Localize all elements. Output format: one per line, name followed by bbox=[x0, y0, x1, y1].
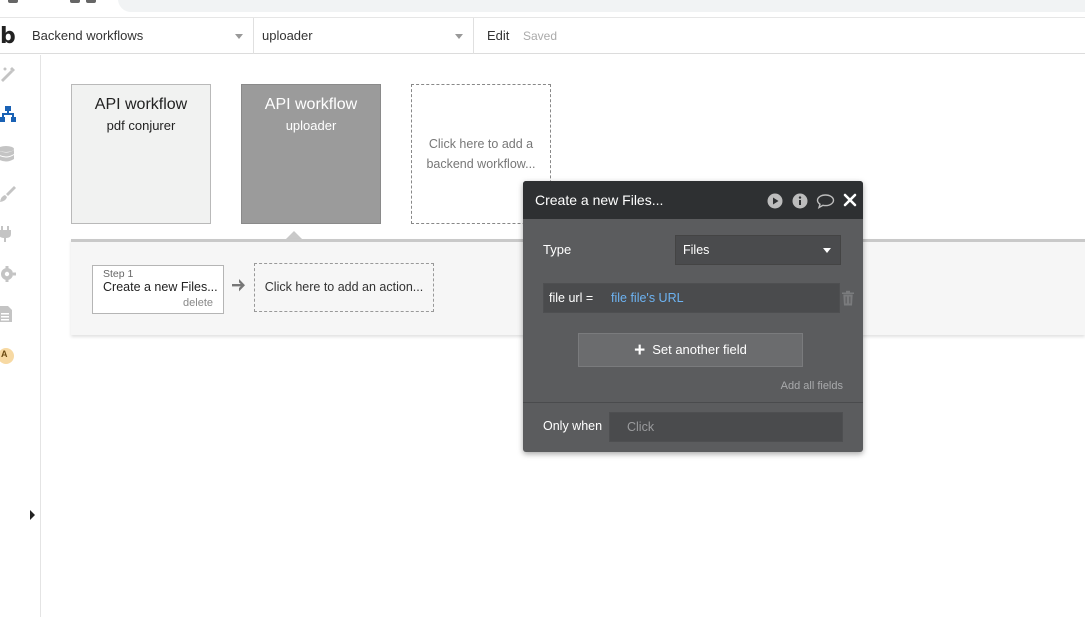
set-another-field-label: Set another field bbox=[652, 342, 747, 357]
styles-icon[interactable] bbox=[0, 186, 16, 202]
dialog-divider bbox=[523, 402, 863, 403]
avatar-letter: A bbox=[1, 349, 8, 359]
workflow-card-name: pdf conjurer bbox=[106, 118, 176, 133]
page-dropdown-label: Backend workflows bbox=[32, 28, 144, 43]
browser-button[interactable] bbox=[70, 0, 80, 3]
step-1-box[interactable]: Step 1 Create a new Files... delete bbox=[92, 265, 224, 314]
logs-icon[interactable] bbox=[0, 306, 16, 322]
browser-toolbar bbox=[0, 0, 1085, 18]
type-dropdown-value: Files bbox=[683, 243, 710, 257]
user-avatar[interactable]: A bbox=[0, 348, 16, 364]
step-number: Step 1 bbox=[103, 268, 134, 280]
chevron-down-icon bbox=[235, 34, 243, 39]
field-assignment-row[interactable]: file url = file file's URL bbox=[543, 283, 840, 313]
selected-workflow-pointer bbox=[286, 231, 302, 239]
type-label: Type bbox=[543, 242, 572, 257]
editor-sidebar: A bbox=[0, 55, 41, 617]
chevron-down-icon bbox=[823, 248, 831, 253]
trash-icon[interactable] bbox=[841, 290, 855, 306]
delete-step-link[interactable]: delete bbox=[183, 297, 213, 309]
info-icon[interactable] bbox=[792, 193, 808, 209]
arrow-right-icon bbox=[230, 276, 248, 294]
workflow-icon[interactable] bbox=[0, 106, 16, 122]
workflow-card-pdf-conjurer[interactable]: API workflow pdf conjurer bbox=[71, 84, 211, 224]
plugins-icon[interactable] bbox=[0, 226, 16, 242]
play-icon[interactable] bbox=[767, 193, 783, 209]
dialog-header: Create a new Files... bbox=[523, 181, 863, 219]
type-dropdown[interactable]: Files bbox=[675, 235, 841, 265]
set-another-field-button[interactable]: + Set another field bbox=[578, 333, 803, 367]
workflow-dropdown[interactable]: uploader bbox=[254, 18, 474, 54]
browser-button[interactable] bbox=[8, 0, 18, 3]
edit-menu[interactable]: Edit bbox=[487, 18, 509, 54]
workflow-card-title: API workflow bbox=[94, 96, 188, 113]
condition-input[interactable]: Click bbox=[609, 412, 843, 442]
editor-topbar: b Backend workflows uploader Edit Saved bbox=[0, 18, 1085, 54]
comment-icon[interactable] bbox=[816, 193, 835, 209]
data-icon[interactable] bbox=[0, 146, 16, 162]
save-status: Saved bbox=[523, 29, 558, 43]
action-property-editor: Create a new Files... Type Files file ur… bbox=[523, 181, 863, 452]
workflow-card-uploader[interactable]: API workflow uploader bbox=[241, 84, 381, 224]
design-icon[interactable] bbox=[0, 66, 16, 82]
workflow-card-name: uploader bbox=[285, 118, 337, 133]
expand-sidebar-icon[interactable] bbox=[30, 510, 35, 520]
browser-button[interactable] bbox=[86, 0, 96, 3]
plus-icon: + bbox=[634, 340, 646, 361]
add-all-fields-link[interactable]: Add all fields bbox=[781, 380, 843, 392]
page-dropdown[interactable]: Backend workflows bbox=[24, 18, 254, 54]
add-action-button[interactable]: Click here to add an action... bbox=[254, 263, 434, 312]
close-icon[interactable] bbox=[843, 193, 859, 209]
step-name: Create a new Files... bbox=[103, 280, 218, 294]
bubble-logo[interactable]: b bbox=[0, 24, 16, 49]
workflow-card-title: API workflow bbox=[264, 96, 358, 113]
settings-icon[interactable] bbox=[0, 266, 16, 282]
field-key: file url = bbox=[549, 291, 594, 305]
field-expression[interactable]: file file's URL bbox=[611, 291, 684, 305]
only-when-label: Only when bbox=[543, 419, 603, 433]
chevron-down-icon bbox=[455, 34, 463, 39]
dialog-title: Create a new Files... bbox=[535, 192, 664, 208]
workflow-dropdown-label: uploader bbox=[262, 28, 313, 43]
address-bar[interactable] bbox=[118, 0, 1085, 12]
